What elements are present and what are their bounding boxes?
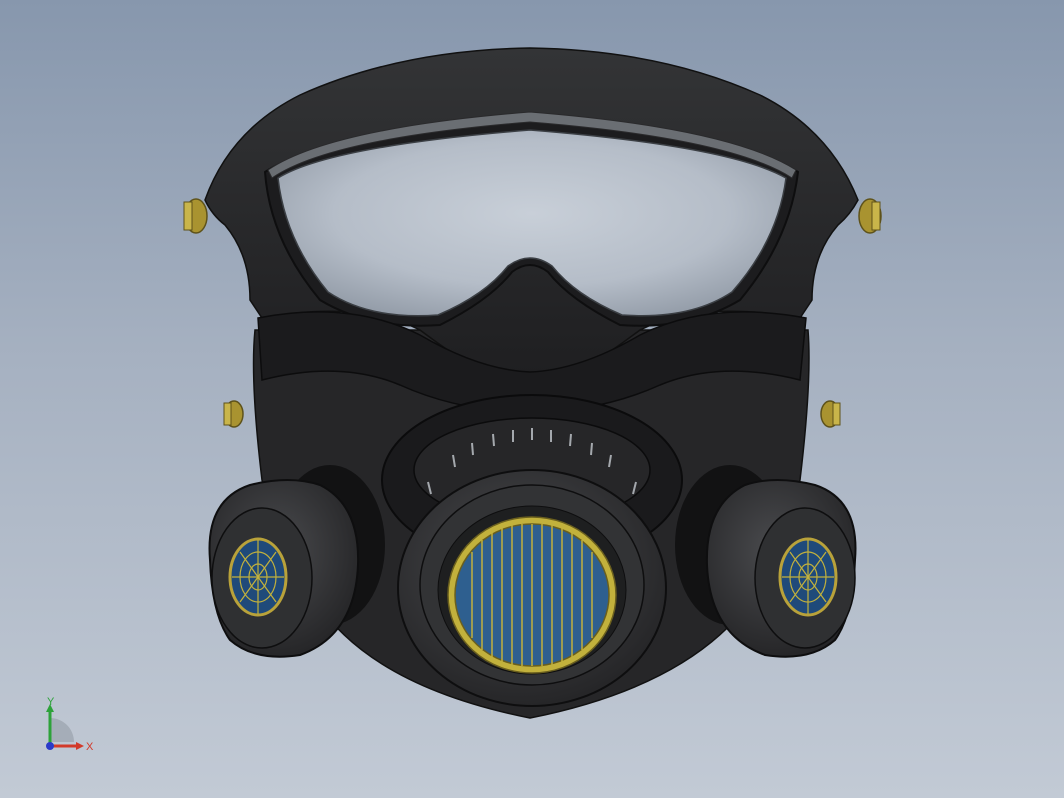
gas-mask-model[interactable] (0, 0, 1064, 798)
view-orientation-triad: Y X (46, 696, 94, 753)
strap-buckle-right-upper[interactable] (858, 198, 882, 234)
graphics-viewport[interactable]: Y X (0, 0, 1064, 798)
strap-buckle-left-lower[interactable] (223, 400, 244, 428)
y-axis-label: Y (47, 696, 55, 708)
filter-cartridge-center[interactable] (397, 469, 667, 707)
strap-buckle-left-upper[interactable] (183, 198, 208, 234)
strap-buckle-right-lower[interactable] (820, 400, 841, 428)
x-axis-label: X (86, 741, 94, 753)
